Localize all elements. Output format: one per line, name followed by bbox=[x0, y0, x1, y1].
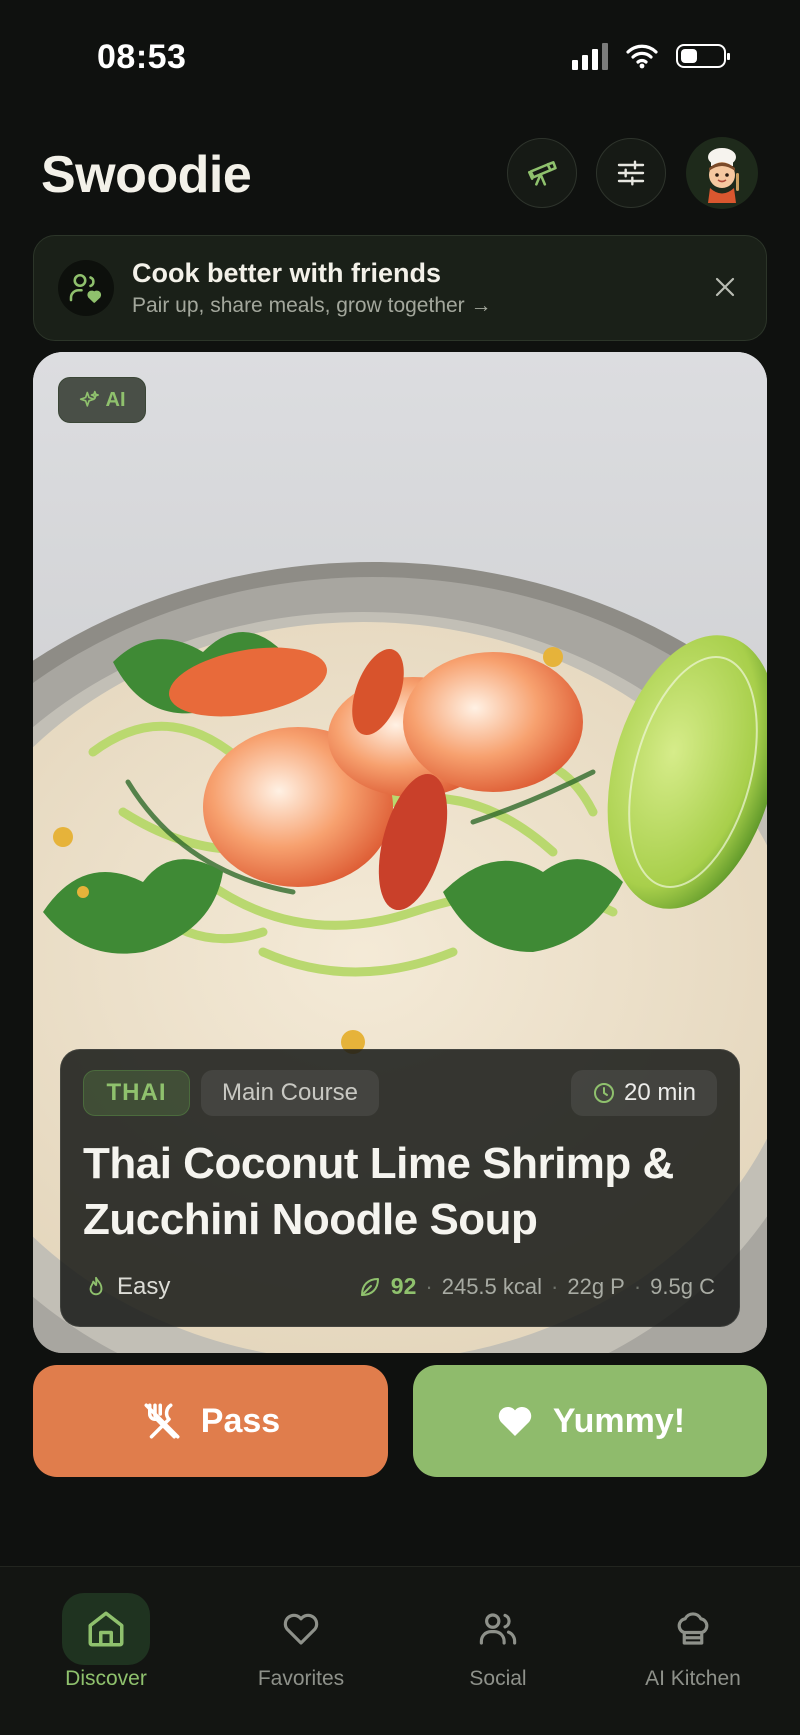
heart-icon bbox=[283, 1613, 319, 1645]
ai-badge-label: AI bbox=[105, 388, 126, 411]
cuisine-chip: THAI bbox=[83, 1070, 190, 1116]
wifi-icon bbox=[626, 44, 658, 69]
pass-button[interactable]: Pass bbox=[33, 1365, 388, 1477]
recipe-card[interactable]: AI THAI Main Course 20 min Thai Coconut … bbox=[33, 352, 767, 1353]
health-score: 92 bbox=[390, 1273, 417, 1299]
heart-filled-icon bbox=[498, 1406, 532, 1436]
banner-icon-wrap bbox=[58, 260, 114, 316]
separator: · bbox=[425, 1273, 433, 1299]
nav-label: AI Kitchen bbox=[645, 1667, 741, 1690]
friends-banner[interactable]: Cook better with friends Pair up, share … bbox=[33, 235, 767, 341]
nav-icon-wrap bbox=[649, 1593, 737, 1665]
yummy-button[interactable]: Yummy! bbox=[413, 1365, 767, 1477]
clock-icon bbox=[593, 1083, 614, 1103]
recipe-title: Thai Coconut Lime Shrimp & Zucchini Nood… bbox=[83, 1139, 674, 1244]
close-icon bbox=[715, 277, 735, 297]
status-icons bbox=[572, 42, 730, 70]
sparkles-icon bbox=[79, 390, 99, 407]
bottom-nav: Discover Favorites Social AI Kitchen bbox=[0, 1566, 800, 1735]
nav-label: Discover bbox=[65, 1667, 147, 1690]
nav-discover[interactable]: Discover bbox=[21, 1593, 191, 1691]
nav-icon-wrap bbox=[62, 1593, 150, 1665]
calories: 245.5 kcal bbox=[441, 1273, 543, 1299]
nav-icon-wrap bbox=[257, 1593, 345, 1665]
battery-icon bbox=[676, 44, 730, 68]
explore-button[interactable] bbox=[507, 138, 577, 208]
nav-label: Favorites bbox=[257, 1667, 345, 1690]
difficulty-label: Easy bbox=[117, 1273, 171, 1300]
nutrition-stats: 92 · 245.5 kcal · 22g P · 9.5g C bbox=[358, 1273, 715, 1300]
sliders-icon bbox=[617, 160, 645, 186]
flame-icon bbox=[89, 1276, 103, 1296]
telescope-icon bbox=[527, 161, 557, 186]
status-time: 08:53 bbox=[97, 38, 187, 76]
banner-title: Cook better with friends bbox=[132, 258, 442, 288]
friends-heart-icon bbox=[69, 273, 102, 303]
users-icon bbox=[479, 1613, 517, 1645]
course-chip: Main Course bbox=[201, 1070, 379, 1116]
nav-label: Social bbox=[469, 1667, 527, 1690]
nav-social[interactable]: Social bbox=[413, 1593, 583, 1691]
chef-hat-icon bbox=[677, 1612, 709, 1645]
nav-ai-kitchen[interactable]: AI Kitchen bbox=[608, 1593, 778, 1691]
no-utensils-icon bbox=[144, 1403, 180, 1439]
separator: · bbox=[551, 1273, 559, 1299]
filters-button[interactable] bbox=[596, 138, 666, 208]
banner-close-button[interactable] bbox=[710, 272, 740, 302]
profile-avatar[interactable] bbox=[686, 137, 758, 209]
app-title: Swoodie bbox=[41, 146, 252, 204]
time-label: 20 min bbox=[623, 1079, 697, 1106]
leaf-icon bbox=[360, 1277, 379, 1296]
nav-favorites[interactable]: Favorites bbox=[216, 1593, 386, 1691]
pass-label: Pass bbox=[200, 1401, 281, 1440]
yummy-label: Yummy! bbox=[552, 1401, 686, 1440]
cellular-signal-icon bbox=[572, 42, 608, 70]
recipe-info-panel: THAI Main Course 20 min Thai Coconut Lim… bbox=[60, 1049, 740, 1327]
home-icon bbox=[88, 1611, 124, 1647]
banner-subtitle[interactable]: Pair up, share meals, grow together → bbox=[132, 294, 492, 318]
time-chip: 20 min bbox=[571, 1070, 717, 1116]
protein: 22g P bbox=[567, 1273, 625, 1299]
separator: · bbox=[633, 1273, 642, 1299]
ai-badge: AI bbox=[58, 377, 146, 423]
chef-avatar-icon bbox=[708, 148, 739, 203]
difficulty: Easy bbox=[85, 1273, 170, 1301]
carbs: 9.5g C bbox=[650, 1273, 715, 1299]
nav-icon-wrap bbox=[454, 1593, 542, 1665]
